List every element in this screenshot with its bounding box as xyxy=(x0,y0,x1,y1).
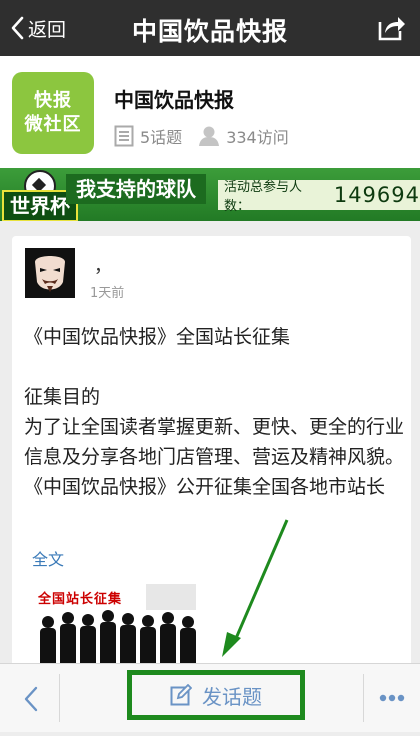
post-body-heading: 征集目的 xyxy=(24,386,101,408)
compose-topic-button[interactable]: 发话题 xyxy=(127,670,305,720)
read-more-link[interactable]: 全文 xyxy=(32,546,64,570)
post-body-text: 为了让全国读者掌握更新、更快、更全的行业信息及分享各地门店管理、营运及精神风貌。… xyxy=(24,416,405,498)
more-button[interactable] xyxy=(364,664,420,732)
avatar[interactable] xyxy=(25,248,75,298)
post-time: 1天前 xyxy=(90,286,125,301)
community-header: 快报 微社区 中国饮品快报 5话题 334访问 xyxy=(0,56,420,168)
topics-stat: 5话题 xyxy=(114,124,182,148)
chevron-left-icon xyxy=(24,686,38,712)
logo-line-1: 快报 xyxy=(34,90,72,111)
page-title: 中国饮品快报 xyxy=(131,17,288,46)
more-dots-icon xyxy=(379,694,405,702)
toolbar-back-button[interactable] xyxy=(0,664,60,732)
toolbar-divider xyxy=(59,674,60,722)
topics-count: 5话题 xyxy=(140,128,183,147)
share-icon xyxy=(378,17,405,41)
user-icon xyxy=(199,126,220,146)
top-nav-bar: 返回 中国饮品快报 xyxy=(0,0,420,56)
visits-count: 334访问 xyxy=(226,128,289,147)
edit-icon xyxy=(170,684,192,706)
post-body: 征集目的 为了让全国读者掌握更新、更快、更全的行业信息及分享各地门店管理、营运及… xyxy=(24,382,404,502)
community-name: 中国饮品快报 xyxy=(114,88,234,112)
world-cup-banner[interactable]: 世界杯 我支持的球队 活动总参与人数： 149694 xyxy=(0,168,420,221)
participants-count: 149694 xyxy=(333,183,420,207)
logo-line-2: 微社区 xyxy=(24,114,82,135)
post-title[interactable]: 《中国饮品快报》全国站长征集 xyxy=(24,322,290,349)
participant-counter: 活动总参与人数： 149694 xyxy=(218,180,420,214)
mask-avatar-image xyxy=(25,248,75,298)
community-stats: 5话题 334访问 xyxy=(114,124,305,148)
crowd-silhouette-image xyxy=(40,584,196,676)
compose-label: 发话题 xyxy=(202,684,262,709)
document-icon xyxy=(114,125,134,147)
post-image[interactable]: 全国站长征集 xyxy=(34,582,212,676)
participants-label: 活动总参与人数： xyxy=(224,180,303,214)
banner-headline: 我支持的球队 xyxy=(66,174,206,204)
share-button[interactable] xyxy=(376,14,406,42)
visits-stat: 334访问 xyxy=(198,124,289,148)
post-card[interactable]: ， 1天前 《中国饮品快报》全国站长征集 征集目的 为了让全国读者掌握更新、更快… xyxy=(12,236,411,676)
author-name[interactable]: ， xyxy=(94,252,112,278)
community-logo[interactable]: 快报 微社区 xyxy=(12,72,94,154)
